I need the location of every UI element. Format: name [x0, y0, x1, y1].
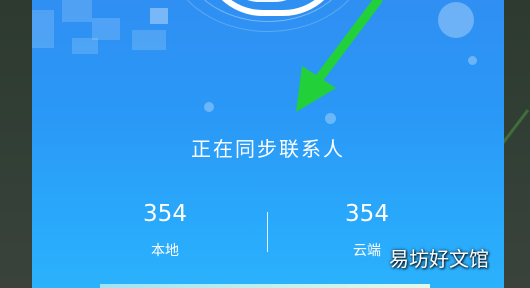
- cloud-count: 354: [345, 201, 389, 227]
- decor-dot: [468, 56, 477, 65]
- count-divider: [267, 212, 268, 252]
- watermark-text: 易坊好文馆: [389, 247, 489, 271]
- local-count: 354: [143, 201, 187, 227]
- bottom-button-edge[interactable]: [100, 284, 430, 288]
- green-arrow-annotation: [296, 0, 383, 112]
- decor-dot: [438, 2, 474, 38]
- local-label: 本地: [151, 243, 179, 259]
- sync-status-title: 正在同步联系人: [191, 137, 345, 161]
- blurred-region: [32, 0, 182, 60]
- decor-dot: [204, 102, 214, 112]
